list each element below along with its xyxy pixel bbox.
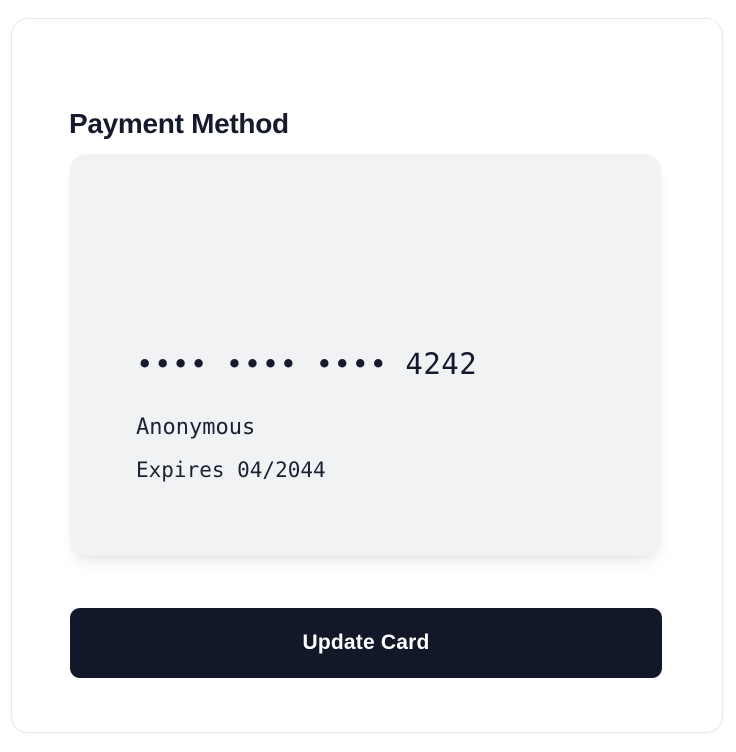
payment-method-panel: Payment Method •••• •••• •••• 4242 Anony… [11, 18, 723, 733]
card-number-masked: •••• •••• •••• 4242 [136, 347, 478, 381]
page-title: Payment Method [69, 107, 289, 139]
payment-method-screen: Payment Method •••• •••• •••• 4242 Anony… [0, 0, 736, 752]
credit-card-details: •••• •••• •••• 4242 Anonymous Expires 04… [70, 154, 661, 556]
card-expiry: Expires 04/2044 [136, 458, 326, 482]
update-card-button[interactable]: Update Card [70, 608, 662, 678]
credit-card-preview: •••• •••• •••• 4242 Anonymous Expires 04… [70, 154, 661, 556]
card-holder-name: Anonymous [136, 415, 256, 440]
panel-content: Payment Method •••• •••• •••• 4242 Anony… [12, 19, 722, 732]
